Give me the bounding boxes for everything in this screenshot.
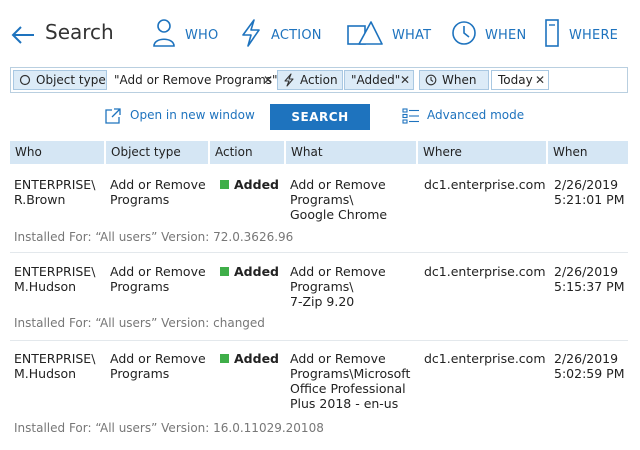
advanced-mode-link[interactable]: Advanced mode bbox=[402, 107, 524, 129]
cell-action-label: Added bbox=[234, 351, 279, 366]
server-icon bbox=[545, 19, 559, 47]
cell-where: dc1.enterprise.com bbox=[424, 177, 546, 192]
filter-chip-action-label[interactable]: Action bbox=[277, 70, 343, 90]
nav-where-button[interactable]: WHERE bbox=[544, 18, 620, 52]
cell-action: Added bbox=[220, 177, 279, 192]
page-title: Search bbox=[45, 20, 114, 44]
remove-filter-object-type-icon[interactable]: ✕ bbox=[263, 70, 273, 90]
column-header-where[interactable]: Where bbox=[418, 141, 548, 164]
search-actions-row: Open in new window SEARCH Advanced mode bbox=[0, 103, 640, 130]
nav-what-button[interactable]: WHAT bbox=[347, 18, 433, 52]
header-bar: Search WHO ACTION WHAT WHEN WHERE bbox=[0, 0, 640, 62]
cell-what: Add or Remove Programs\ Google Chrome bbox=[290, 177, 388, 222]
advanced-mode-label: Advanced mode bbox=[427, 108, 525, 122]
external-window-icon bbox=[105, 108, 121, 124]
added-status-icon bbox=[220, 267, 229, 276]
cell-object-type: Add or Remove Programs bbox=[110, 264, 206, 294]
nav-what-label: WHAT bbox=[392, 28, 432, 43]
back-arrow-icon[interactable] bbox=[10, 22, 36, 48]
user-icon bbox=[153, 19, 175, 47]
table-row[interactable]: ENTERPRISE\ M.Hudson Add or Remove Progr… bbox=[10, 341, 628, 445]
column-header-who[interactable]: Who bbox=[10, 141, 106, 164]
shapes-icon bbox=[347, 21, 383, 45]
nav-when-button[interactable]: WHEN bbox=[451, 18, 527, 52]
added-status-icon bbox=[220, 354, 229, 363]
clock-icon bbox=[452, 21, 476, 45]
cell-action-label: Added bbox=[234, 264, 279, 279]
column-header-action[interactable]: Action bbox=[210, 141, 286, 164]
nav-where-label: WHERE bbox=[569, 28, 619, 43]
filter-label-text: When bbox=[442, 73, 477, 87]
filter-label-text: Action bbox=[300, 73, 338, 87]
nav-who-label: WHO bbox=[185, 28, 219, 43]
nav-action-label: ACTION bbox=[271, 28, 322, 43]
filter-chip-when-label[interactable]: When bbox=[419, 70, 489, 90]
lightning-icon bbox=[284, 73, 294, 87]
column-header-what[interactable]: What bbox=[286, 141, 418, 164]
nav-action-button[interactable]: ACTION bbox=[240, 18, 326, 52]
remove-filter-action-icon[interactable]: ✕ bbox=[400, 70, 410, 90]
search-button[interactable]: SEARCH bbox=[270, 104, 370, 130]
filter-label-text: Object type bbox=[36, 73, 106, 87]
remove-filter-when-icon[interactable]: ✕ bbox=[535, 70, 545, 90]
cell-action: Added bbox=[220, 264, 279, 279]
cell-when: 2/26/2019 5:02:59 PM bbox=[554, 351, 625, 381]
cell-who: ENTERPRISE\ R.Brown bbox=[14, 177, 96, 207]
cell-where: dc1.enterprise.com bbox=[424, 351, 546, 366]
nav-who-button[interactable]: WHO bbox=[152, 18, 222, 52]
cell-who: ENTERPRISE\ M.Hudson bbox=[14, 264, 96, 294]
clock-icon bbox=[425, 74, 437, 86]
cell-what: Add or Remove Programs\Microsoft Office … bbox=[290, 351, 411, 411]
table-row[interactable]: ENTERPRISE\ R.Brown Add or Remove Progra… bbox=[10, 164, 628, 253]
lightning-icon bbox=[242, 19, 260, 47]
added-status-icon bbox=[220, 180, 229, 189]
advanced-list-icon bbox=[402, 108, 419, 124]
circle-icon bbox=[19, 74, 31, 86]
column-header-when[interactable]: When bbox=[548, 141, 628, 164]
filter-chip-object-type-value: "Add or Remove Programs" bbox=[114, 73, 278, 87]
cell-when: 2/26/2019 5:15:37 PM bbox=[554, 264, 625, 294]
row-details: Installed For: “All users” Version: 72.0… bbox=[14, 230, 294, 244]
row-details: Installed For: “All users” Version: chan… bbox=[14, 316, 265, 330]
open-new-window-label: Open in new window bbox=[130, 108, 255, 122]
filter-chip-object-type-label[interactable]: Object type bbox=[13, 70, 107, 90]
cell-object-type: Add or Remove Programs bbox=[110, 177, 206, 207]
row-details: Installed For: “All users” Version: 16.0… bbox=[14, 421, 324, 435]
cell-action-label: Added bbox=[234, 177, 279, 192]
filter-bar[interactable]: Object type "Add or Remove Programs" ✕ A… bbox=[10, 67, 628, 93]
nav-when-label: WHEN bbox=[485, 28, 527, 43]
cell-where: dc1.enterprise.com bbox=[424, 264, 546, 279]
table-row[interactable]: ENTERPRISE\ M.Hudson Add or Remove Progr… bbox=[10, 253, 628, 341]
cell-what: Add or Remove Programs\ 7-Zip 9.20 bbox=[290, 264, 386, 309]
cell-who: ENTERPRISE\ M.Hudson bbox=[14, 351, 96, 381]
table-header: Who Object type Action What Where When bbox=[10, 141, 628, 164]
cell-action: Added bbox=[220, 351, 279, 366]
column-header-object-type[interactable]: Object type bbox=[106, 141, 210, 164]
open-new-window-link[interactable]: Open in new window bbox=[104, 107, 255, 129]
cell-when: 2/26/2019 5:21:01 PM bbox=[554, 177, 625, 207]
cell-object-type: Add or Remove Programs bbox=[110, 351, 206, 381]
results-table: Who Object type Action What Where When E… bbox=[10, 141, 628, 445]
